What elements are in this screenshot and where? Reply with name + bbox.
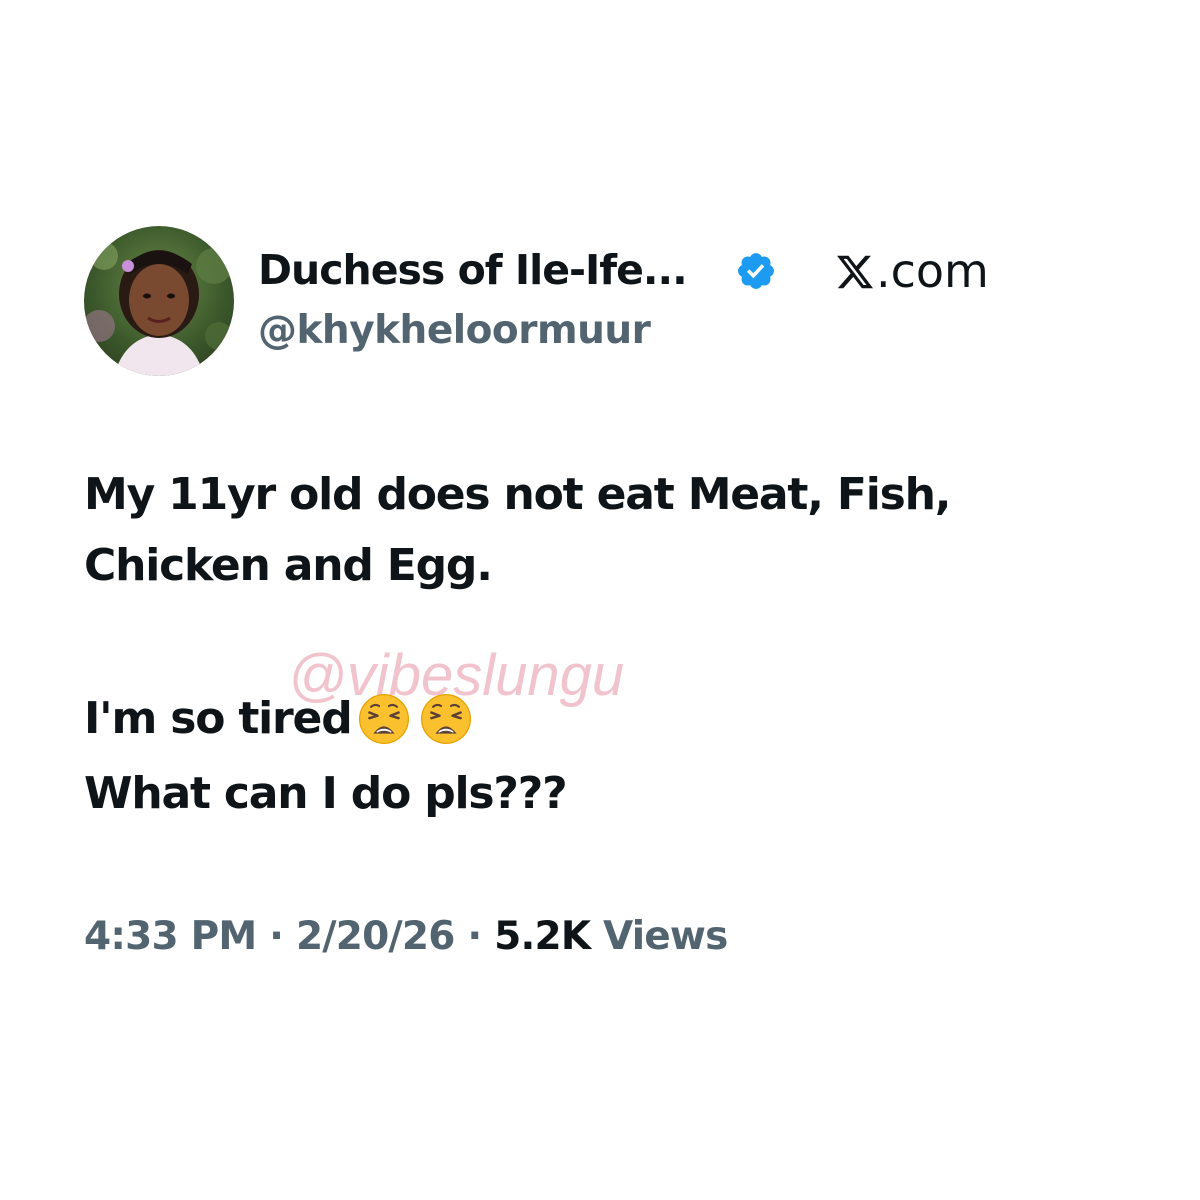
author-display-name[interactable]: Duchess of Ile-Ife... [258, 243, 688, 297]
x-brand[interactable]: .com [835, 243, 989, 299]
meta-separator: · [467, 914, 482, 959]
verified-badge-icon [738, 253, 774, 289]
tweet-text-fragment: I'm so tired [84, 693, 353, 744]
tweet-meta: 4:33 PM · 2/20/26 · 5.2K Views [84, 910, 728, 964]
tweet-text-line: I'm so tired [84, 690, 472, 748]
x-brand-label: .com [876, 244, 989, 298]
tweet-time[interactable]: 4:33 PM [84, 914, 257, 959]
avatar-image [84, 226, 234, 376]
weary-face-icon [358, 694, 409, 744]
tweet-date[interactable]: 2/20/26 [296, 914, 455, 959]
meta-separator: · [269, 914, 284, 959]
avatar[interactable] [84, 226, 234, 376]
views-count[interactable]: 5.2K [494, 914, 591, 959]
views-label: Views [603, 914, 728, 959]
author-handle[interactable]: @khykheloormuur [258, 305, 651, 357]
tweet-card: Duchess of Ile-Ife... .com @khykheloormu… [0, 0, 1200, 1200]
tweet-text-line: My 11yr old does not eat Meat, Fish, [84, 469, 951, 520]
tweet-text-line: What can I do pls??? [84, 768, 568, 819]
x-logo-icon [837, 255, 874, 289]
weary-face-icon [420, 694, 471, 744]
tweet-text-line: Chicken and Egg. [84, 540, 493, 591]
